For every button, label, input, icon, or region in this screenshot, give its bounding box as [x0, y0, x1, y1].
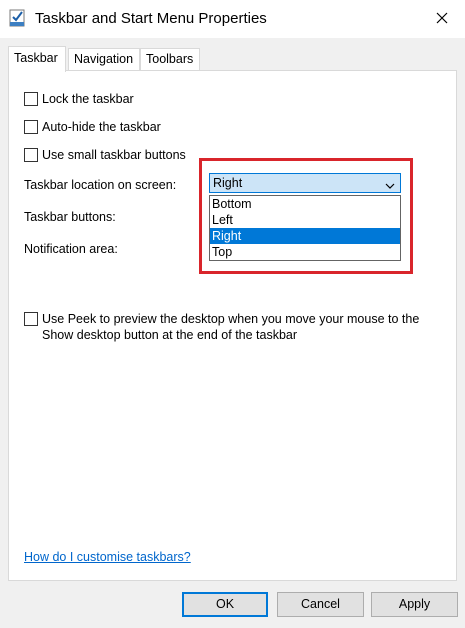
taskbar-buttons-label: Taskbar buttons: — [24, 210, 116, 224]
properties-window: Taskbar and Start Menu Properties Taskba… — [0, 0, 465, 628]
taskbar-location-label: Taskbar location on screen: — [24, 178, 177, 192]
peek-label: Use Peek to preview the desktop when you… — [42, 312, 420, 342]
window-title: Taskbar and Start Menu Properties — [35, 10, 267, 27]
tab-navigation[interactable]: Navigation — [68, 48, 140, 70]
lock-taskbar-option[interactable]: Lock the taskbar — [24, 91, 134, 107]
small-buttons-checkbox[interactable] — [24, 148, 38, 162]
close-button[interactable] — [419, 0, 465, 38]
customise-taskbars-help-link[interactable]: How do I customise taskbars? — [24, 550, 191, 564]
notification-area-label: Notification area: — [24, 242, 118, 256]
title-bar[interactable]: Taskbar and Start Menu Properties — [0, 0, 465, 38]
highlight-annotation-box — [199, 158, 413, 274]
small-buttons-option[interactable]: Use small taskbar buttons — [24, 147, 186, 163]
close-icon — [436, 12, 448, 27]
apply-button[interactable]: Apply — [371, 592, 458, 617]
tab-taskbar[interactable]: Taskbar — [8, 46, 66, 72]
small-buttons-label: Use small taskbar buttons — [42, 148, 186, 162]
peek-checkbox[interactable] — [24, 312, 38, 326]
ok-button[interactable]: OK — [182, 592, 268, 617]
auto-hide-checkbox[interactable] — [24, 120, 38, 134]
lock-taskbar-label: Lock the taskbar — [42, 92, 134, 106]
auto-hide-option[interactable]: Auto-hide the taskbar — [24, 119, 161, 135]
cancel-button[interactable]: Cancel — [277, 592, 364, 617]
auto-hide-label: Auto-hide the taskbar — [42, 120, 161, 134]
tab-toolbars[interactable]: Toolbars — [140, 48, 200, 70]
lock-taskbar-checkbox[interactable] — [24, 92, 38, 106]
taskbar-properties-icon — [9, 9, 25, 27]
peek-option[interactable]: Use Peek to preview the desktop when you… — [24, 311, 442, 343]
taskbar-tab-panel: Lock the taskbar Auto-hide the taskbar U… — [8, 70, 457, 581]
